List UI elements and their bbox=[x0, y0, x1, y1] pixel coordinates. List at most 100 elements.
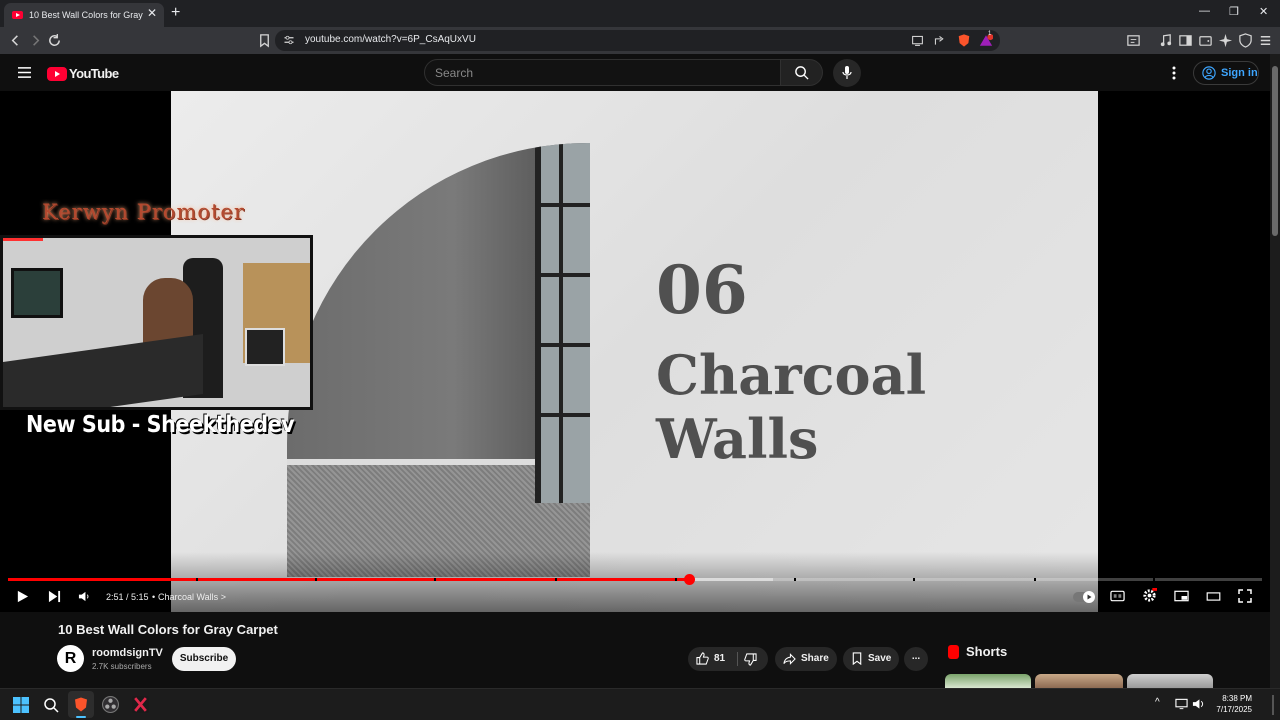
chapter-marker bbox=[794, 578, 797, 581]
slide-heading-line2: Walls bbox=[656, 407, 819, 471]
sidebar-icon[interactable] bbox=[1178, 33, 1193, 48]
like-divider bbox=[737, 652, 738, 666]
volume-icon[interactable] bbox=[78, 590, 91, 603]
progress-bar[interactable] bbox=[8, 574, 1262, 585]
leo-ai-icon[interactable] bbox=[1218, 33, 1233, 48]
taskbar-brave-button[interactable] bbox=[68, 691, 94, 718]
search-input[interactable]: Search bbox=[424, 59, 781, 86]
forward-icon[interactable] bbox=[28, 33, 43, 48]
youtube-header: YouTube Search Sign in bbox=[0, 54, 1270, 91]
restore-window-icon[interactable]: ❐ bbox=[1229, 5, 1239, 18]
new-tab-icon[interactable]: + bbox=[171, 4, 180, 22]
share-button[interactable]: Share bbox=[775, 647, 837, 671]
youtube-logo[interactable]: YouTube bbox=[47, 66, 119, 81]
taskbar: ^ 8:38 PM 7/17/2025 bbox=[0, 688, 1280, 720]
channel-name[interactable]: roomdsignTV bbox=[92, 647, 163, 659]
brave-browser-icon bbox=[75, 697, 87, 712]
play-icon[interactable] bbox=[16, 590, 29, 603]
browser-tab-strip: 10 Best Wall Colors for Gray Carpet ✕ + … bbox=[0, 0, 1280, 27]
account-icon bbox=[1202, 66, 1216, 80]
slide-heading-line1: Charcoal bbox=[656, 343, 927, 407]
scrollbar-thumb[interactable] bbox=[1272, 66, 1278, 236]
time-display: 2:51 / 5:15 bbox=[106, 592, 149, 602]
new-sub-overlay-text: New Sub - Sheekthedev bbox=[26, 412, 295, 438]
video-player[interactable]: 06 Charcoal Walls Kerwyn Promoter New Su… bbox=[0, 91, 1270, 612]
like-button[interactable]: 81 bbox=[688, 647, 736, 671]
settings-gear-icon[interactable] bbox=[1142, 588, 1157, 603]
channel-avatar[interactable]: R bbox=[57, 645, 84, 672]
system-clock[interactable]: 8:38 PM 7/17/2025 bbox=[1208, 693, 1252, 715]
shorts-thumbnail[interactable] bbox=[945, 674, 1031, 688]
fullscreen-icon[interactable] bbox=[1238, 589, 1252, 603]
page-scrollbar[interactable] bbox=[1270, 54, 1280, 688]
share-arrow-icon bbox=[783, 653, 796, 665]
theater-mode-icon[interactable] bbox=[1206, 592, 1221, 601]
more-actions-button[interactable]: ... bbox=[904, 647, 928, 671]
clock-date: 7/17/2025 bbox=[1216, 705, 1252, 714]
chapter-marker bbox=[913, 578, 916, 581]
back-icon[interactable] bbox=[8, 33, 23, 48]
chapter-button[interactable]: Charcoal Walls > bbox=[158, 592, 226, 602]
shorts-thumbnail[interactable] bbox=[1035, 674, 1123, 688]
more-options-icon[interactable] bbox=[1172, 66, 1176, 80]
site-info-icon[interactable] bbox=[283, 34, 295, 46]
played-bar bbox=[8, 578, 689, 581]
streaming-app-icon[interactable] bbox=[132, 696, 149, 713]
cast-icon[interactable] bbox=[911, 34, 924, 47]
minimize-window-icon[interactable]: — bbox=[1199, 5, 1210, 17]
taskbar-search-icon[interactable] bbox=[43, 697, 59, 713]
next-video-icon[interactable] bbox=[48, 590, 61, 603]
miniplayer-icon[interactable] bbox=[1174, 590, 1189, 602]
autoplay-toggle[interactable] bbox=[1073, 591, 1095, 603]
address-bar[interactable]: youtube.com/watch?v=6P_CsAqUxVU 1 bbox=[275, 30, 1000, 51]
wallet-icon[interactable] bbox=[1198, 33, 1213, 48]
windows-start-icon[interactable] bbox=[13, 697, 29, 713]
hamburger-menu-icon[interactable] bbox=[17, 66, 32, 79]
promoter-overlay-title: Kerwyn Promoter bbox=[42, 200, 245, 224]
webcam-overlay bbox=[0, 235, 313, 410]
bookmark-icon[interactable] bbox=[257, 33, 272, 48]
microphone-icon bbox=[842, 66, 852, 79]
clock-time: 8:38 PM bbox=[1222, 694, 1252, 703]
voice-search-button[interactable] bbox=[833, 59, 861, 87]
media-controls-icon[interactable] bbox=[1158, 33, 1173, 48]
obs-studio-icon[interactable] bbox=[102, 696, 119, 713]
sign-in-button[interactable]: Sign in bbox=[1193, 61, 1259, 85]
room-illustration bbox=[287, 143, 590, 577]
brave-shields-icon[interactable] bbox=[957, 33, 971, 48]
save-bookmark-icon bbox=[852, 652, 862, 665]
share-page-icon[interactable] bbox=[933, 34, 946, 47]
tray-expand-icon[interactable]: ^ bbox=[1155, 697, 1160, 708]
reload-icon[interactable] bbox=[47, 33, 62, 48]
chapter-label: Charcoal Walls bbox=[158, 592, 219, 602]
slide-number: 06 bbox=[656, 251, 748, 329]
browser-tab[interactable]: 10 Best Wall Colors for Gray Carpet ✕ bbox=[4, 3, 164, 27]
save-button[interactable]: Save bbox=[843, 647, 899, 671]
autoplay-play-icon bbox=[1083, 591, 1095, 603]
thumbs-down-icon[interactable] bbox=[744, 653, 757, 666]
subscribe-button[interactable]: Subscribe bbox=[172, 647, 236, 671]
video-title: 10 Best Wall Colors for Gray Carpet bbox=[58, 622, 278, 637]
show-desktop-button[interactable] bbox=[1272, 695, 1274, 715]
url-text: youtube.com/watch?v=6P_CsAqUxVU bbox=[305, 34, 476, 45]
speaker-icon[interactable] bbox=[1192, 698, 1205, 710]
like-dislike-group: 81 bbox=[688, 647, 768, 671]
tab-title: 10 Best Wall Colors for Gray Carpet bbox=[29, 10, 144, 20]
chapter-marker bbox=[434, 578, 437, 581]
shorts-thumbnail[interactable] bbox=[1127, 674, 1213, 688]
chapter-separator: • bbox=[152, 592, 156, 602]
reader-mode-icon[interactable] bbox=[1126, 33, 1141, 48]
search-button[interactable] bbox=[781, 59, 823, 86]
browser-menu-icon[interactable] bbox=[1258, 33, 1273, 48]
scrubber-handle[interactable] bbox=[683, 574, 695, 585]
close-tab-icon[interactable]: ✕ bbox=[147, 6, 157, 20]
close-window-icon[interactable]: ✕ bbox=[1259, 5, 1268, 18]
sign-in-label: Sign in bbox=[1221, 67, 1258, 79]
search-icon bbox=[795, 66, 809, 80]
vpn-shield-icon[interactable] bbox=[1238, 33, 1253, 48]
browser-toolbar: youtube.com/watch?v=6P_CsAqUxVU 1 bbox=[0, 27, 1280, 54]
chapter-marker bbox=[196, 578, 199, 581]
like-count: 81 bbox=[714, 653, 726, 664]
network-icon[interactable] bbox=[1175, 698, 1188, 710]
captions-icon[interactable] bbox=[1110, 590, 1125, 602]
